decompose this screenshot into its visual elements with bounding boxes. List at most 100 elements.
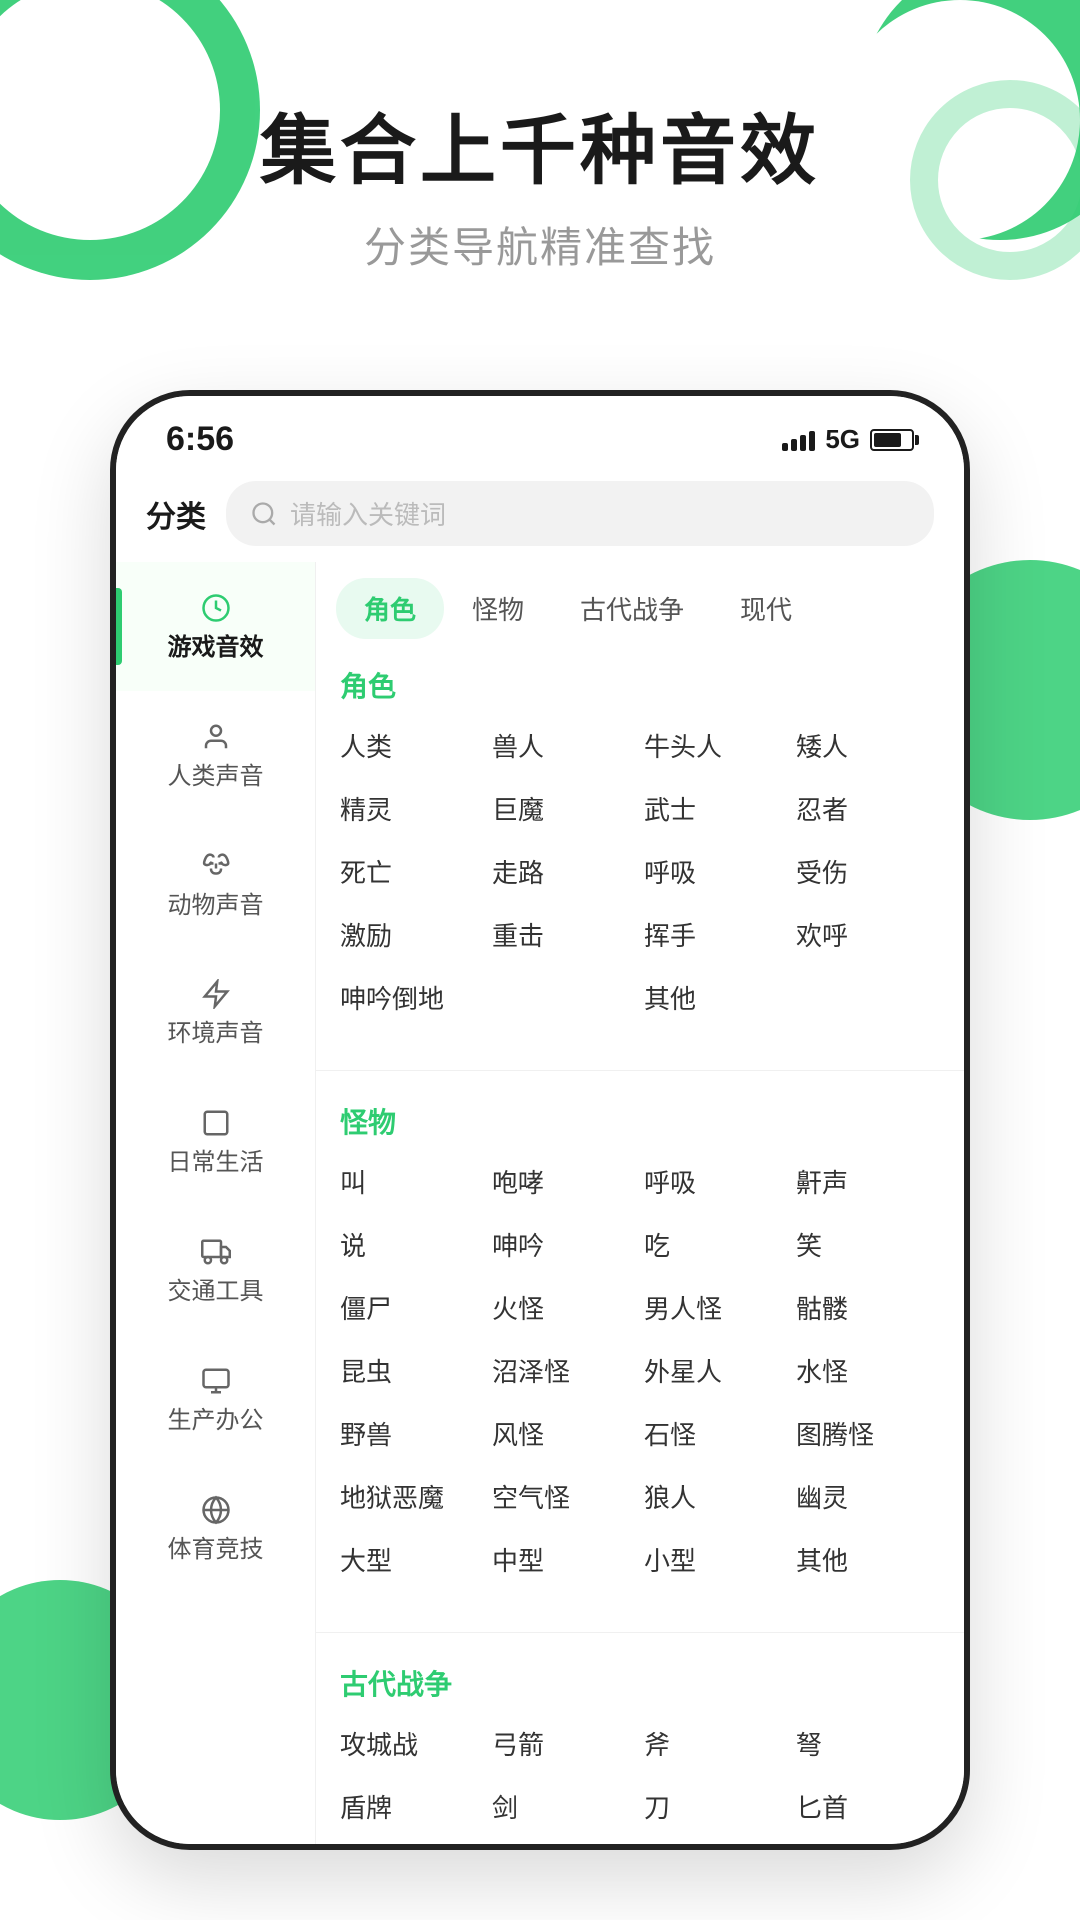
grid-item[interactable]: 牛头人 <box>644 723 788 768</box>
grid-item[interactable]: 呼吸 <box>644 849 788 894</box>
section-heading-ancient: 古代战争 <box>340 1663 940 1703</box>
grid-item[interactable]: 其他 <box>796 1537 940 1582</box>
grid-item[interactable]: 弩 <box>796 1721 940 1766</box>
sidebar-item-animal[interactable]: 动物声音 <box>116 820 315 949</box>
tab-role[interactable]: 角色 <box>336 578 444 639</box>
battery-icon <box>870 429 914 451</box>
grid-item[interactable]: 匕首 <box>796 1784 940 1829</box>
grid-item[interactable]: 呼吸 <box>644 1159 788 1204</box>
sidebar-label-environment: 环境声音 <box>168 1020 264 1049</box>
grid-item[interactable]: 说 <box>340 1222 484 1267</box>
signal-bars <box>782 429 815 451</box>
grid-item[interactable]: 盾牌 <box>340 1784 484 1829</box>
grid-item[interactable]: 地狱恶魔 <box>340 1474 484 1519</box>
right-content: 角色 怪物 古代战争 现代 角色 人类 兽人 牛头人 矮人 精灵 巨魔 武士 忍… <box>316 562 964 1850</box>
grid-item[interactable]: 忍者 <box>796 786 940 831</box>
grid-item[interactable]: 攻城战 <box>340 1721 484 1766</box>
grid-item[interactable]: 叫 <box>340 1159 484 1204</box>
animal-icon <box>198 848 234 884</box>
grid-item[interactable]: 幽灵 <box>796 1474 940 1519</box>
grid-item[interactable]: 棒 <box>340 1847 484 1850</box>
grid-item[interactable]: 矮人 <box>796 723 940 768</box>
section-heading-monster: 怪物 <box>340 1101 940 1141</box>
environment-icon <box>198 976 234 1012</box>
sidebar-item-human[interactable]: 人类声音 <box>116 691 315 820</box>
role-grid: 人类 兽人 牛头人 矮人 精灵 巨魔 武士 忍者 死亡 走路 呼吸 受伤 激励 … <box>340 723 940 1020</box>
sidebar-item-transport[interactable]: 交通工具 <box>116 1206 315 1335</box>
grid-item[interactable]: 人类 <box>340 723 484 768</box>
grid-item[interactable]: 重击 <box>492 912 636 957</box>
signal-bar-4 <box>809 431 815 451</box>
grid-item[interactable]: 外星人 <box>644 1348 788 1393</box>
status-icons: 5G <box>782 424 914 455</box>
grid-item[interactable]: 笑 <box>796 1222 940 1267</box>
grid-item[interactable]: 昆虫 <box>340 1348 484 1393</box>
grid-item[interactable]: 骷髅 <box>796 1285 940 1330</box>
grid-item[interactable]: 石怪 <box>644 1411 788 1456</box>
section-role: 角色 人类 兽人 牛头人 矮人 精灵 巨魔 武士 忍者 死亡 走路 呼吸 受伤 … <box>316 655 964 1050</box>
grid-item[interactable]: 兽人 <box>492 723 636 768</box>
grid-item[interactable]: 巨魔 <box>492 786 636 831</box>
grid-item[interactable]: 小型 <box>644 1537 788 1582</box>
search-bar[interactable]: 请输入关键词 <box>226 481 934 546</box>
sidebar-item-sports[interactable]: 体育竞技 <box>116 1464 315 1593</box>
grid-item[interactable]: 受伤 <box>796 849 940 894</box>
grid-item[interactable]: 盔甲 <box>492 1847 636 1850</box>
signal-bar-2 <box>791 439 797 451</box>
grid-item[interactable]: 呻吟 <box>492 1222 636 1267</box>
grid-item[interactable]: 僵尸 <box>340 1285 484 1330</box>
main-content: 游戏音效 人类声音 <box>116 562 964 1850</box>
tab-ancient-war[interactable]: 古代战争 <box>552 578 712 639</box>
grid-item[interactable]: 弓箭 <box>492 1721 636 1766</box>
sidebar-item-daily[interactable]: 日常生活 <box>116 1077 315 1206</box>
grid-item[interactable]: 死亡 <box>340 849 484 894</box>
grid-item[interactable]: 激励 <box>340 912 484 957</box>
ancient-grid: 攻城战 弓箭 斧 弩 盾牌 剑 刀 匕首 棒 盔甲 鞭 连枷 锤 拳 其他 <box>340 1721 940 1850</box>
sidebar-label-office: 生产办公 <box>168 1407 264 1436</box>
grid-item[interactable]: 图腾怪 <box>796 1411 940 1456</box>
signal-bar-1 <box>782 443 788 451</box>
grid-item[interactable]: 鼾声 <box>796 1159 940 1204</box>
sidebar-item-office[interactable]: 生产办公 <box>116 1335 315 1464</box>
tab-monster[interactable]: 怪物 <box>444 578 552 639</box>
human-icon <box>198 719 234 755</box>
grid-item[interactable]: 其他 <box>644 975 788 1020</box>
grid-item[interactable]: 挥手 <box>644 912 788 957</box>
tab-bar: 角色 怪物 古代战争 现代 <box>316 562 964 655</box>
sidebar-label-transport: 交通工具 <box>168 1278 264 1307</box>
grid-item[interactable]: 风怪 <box>492 1411 636 1456</box>
grid-item[interactable]: 中型 <box>492 1537 636 1582</box>
sidebar-item-game[interactable]: 游戏音效 <box>116 562 315 691</box>
grid-item[interactable]: 武士 <box>644 786 788 831</box>
status-bar: 6:56 5G <box>116 396 964 471</box>
grid-item[interactable]: 火怪 <box>492 1285 636 1330</box>
grid-item[interactable]: 大型 <box>340 1537 484 1582</box>
section-monster: 怪物 叫 咆哮 呼吸 鼾声 说 呻吟 吃 笑 僵尸 火怪 男人怪 骷髅 昆虫 沼… <box>316 1091 964 1612</box>
grid-item[interactable]: 水怪 <box>796 1348 940 1393</box>
grid-item[interactable]: 精灵 <box>340 786 484 831</box>
sidebar-item-environment[interactable]: 环境声音 <box>116 948 315 1077</box>
grid-item[interactable]: 狼人 <box>644 1474 788 1519</box>
grid-item[interactable]: 走路 <box>492 849 636 894</box>
grid-item[interactable]: 吃 <box>644 1222 788 1267</box>
tab-modern[interactable]: 现代 <box>712 578 820 639</box>
grid-item[interactable]: 连枷 <box>796 1847 940 1850</box>
grid-item[interactable]: 呻吟倒地 <box>340 975 636 1020</box>
grid-item[interactable]: 野兽 <box>340 1411 484 1456</box>
grid-item[interactable]: 鞭 <box>644 1847 788 1850</box>
search-icon <box>250 500 278 528</box>
grid-item[interactable]: 刀 <box>644 1784 788 1829</box>
sidebar-label-daily: 日常生活 <box>168 1149 264 1178</box>
section-ancient-war: 古代战争 攻城战 弓箭 斧 弩 盾牌 剑 刀 匕首 棒 盔甲 鞭 连枷 锤 拳 … <box>316 1653 964 1850</box>
grid-item[interactable]: 欢呼 <box>796 912 940 957</box>
grid-item[interactable]: 斧 <box>644 1721 788 1766</box>
status-time: 6:56 <box>166 420 234 459</box>
grid-item[interactable]: 空气怪 <box>492 1474 636 1519</box>
grid-item[interactable]: 男人怪 <box>644 1285 788 1330</box>
grid-item[interactable]: 沼泽怪 <box>492 1348 636 1393</box>
transport-icon <box>198 1234 234 1270</box>
sidebar-label-animal: 动物声音 <box>168 892 264 921</box>
signal-bar-3 <box>800 435 806 451</box>
grid-item[interactable]: 剑 <box>492 1784 636 1829</box>
grid-item[interactable]: 咆哮 <box>492 1159 636 1204</box>
